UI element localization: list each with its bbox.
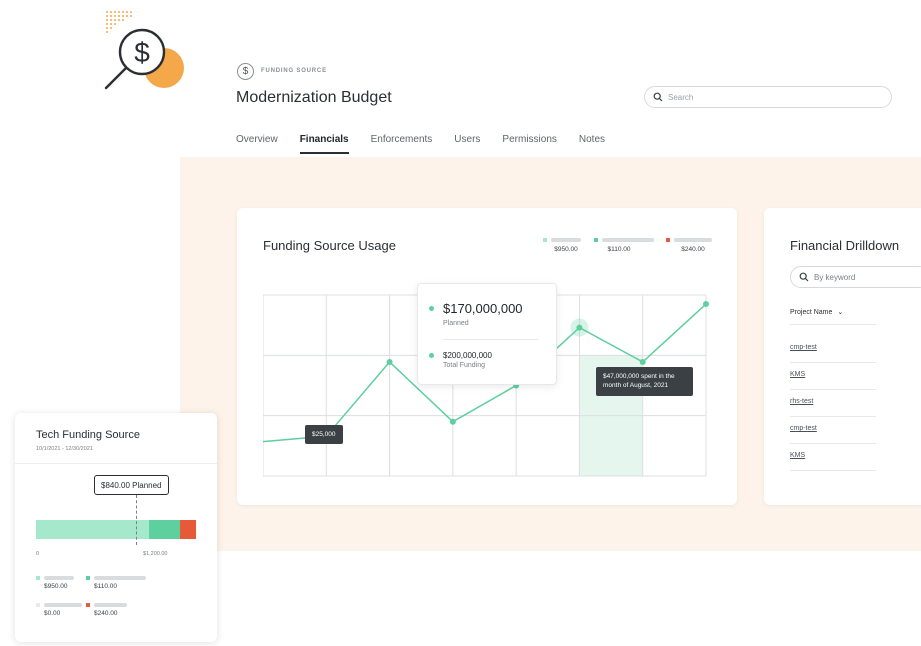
legend-item: $0.00 — [36, 603, 82, 617]
data-point — [639, 358, 646, 365]
total-dot — [429, 353, 434, 358]
legend-value: $240.00 — [681, 246, 705, 253]
financial-drilldown-card: Financial Drilldown Project Name ⌄ cmp-t… — [764, 208, 921, 505]
tab-notes[interactable]: Notes — [579, 134, 605, 154]
low-point-tooltip: $25,000 — [305, 425, 343, 445]
tab-bar: Overview Financials Enforcements Users P… — [236, 134, 605, 154]
drilldown-search-input[interactable] — [814, 272, 921, 282]
legend-item: $950.00 — [543, 238, 581, 253]
planned-callout: $840.00 Planned — [94, 475, 169, 495]
tab-overview[interactable]: Overview — [236, 134, 278, 154]
legend-swatch — [666, 238, 670, 242]
planned-dot — [429, 306, 434, 311]
tech-funding-card: Tech Funding Source 10/1/2021 - 12/30/20… — [15, 413, 217, 642]
drilldown-title: Financial Drilldown — [790, 238, 900, 253]
search-input[interactable] — [668, 92, 868, 102]
tab-financials[interactable]: Financials — [299, 134, 349, 154]
legend-swatch — [86, 603, 90, 607]
svg-text:$: $ — [134, 37, 150, 68]
tooltip-planned-label: Planned — [443, 320, 469, 327]
legend-swatch — [86, 576, 90, 580]
legend-swatch — [36, 603, 40, 607]
legend-item: $110.00 — [86, 576, 146, 590]
planned-marker-line — [136, 495, 137, 545]
data-point — [449, 418, 456, 425]
legend-item: $110.00 — [594, 238, 654, 253]
drilldown-search-box[interactable] — [790, 266, 921, 288]
legend-item: $240.00 — [86, 603, 127, 617]
search-icon — [653, 92, 663, 102]
legend-swatch — [36, 576, 40, 580]
tech-card-divider — [15, 463, 217, 464]
tab-users[interactable]: Users — [454, 134, 480, 154]
legend-item: $950.00 — [36, 576, 74, 590]
bar-axis: 0 $1,200.00 — [36, 551, 196, 557]
data-point — [576, 324, 583, 331]
chevron-down-icon: ⌄ — [837, 309, 844, 316]
project-name-column-header[interactable]: Project Name ⌄ — [790, 308, 876, 325]
tick-max: $1,200.00 — [143, 551, 168, 557]
project-row-link[interactable]: cmp-test — [790, 417, 876, 444]
page-title: Modernization Budget — [236, 89, 392, 106]
project-row-link[interactable]: rhs-test — [790, 390, 876, 417]
bar-segment — [180, 520, 196, 539]
tech-card-dates: 10/1/2021 - 12/30/2021 — [36, 446, 93, 452]
data-point — [703, 301, 709, 308]
legend-item: $240.00 — [666, 238, 712, 253]
legend-value: $110.00 — [607, 246, 631, 253]
tooltip-planned-value: $170,000,000 — [443, 301, 523, 316]
tooltip-total-value: $200,000,000 — [443, 351, 492, 360]
tab-enforcements[interactable]: Enforcements — [371, 134, 433, 154]
tick-min: 0 — [36, 551, 40, 557]
tab-permissions[interactable]: Permissions — [502, 134, 556, 154]
usage-card-title: Funding Source Usage — [263, 238, 396, 253]
project-row-link[interactable]: cmp-test — [790, 336, 876, 363]
dollar-circle-icon: $ — [237, 63, 254, 80]
funding-stacked-bar — [36, 520, 196, 539]
legend-value: $240.00 — [94, 610, 118, 617]
legend-value: $950.00 — [554, 246, 578, 253]
magnifier-dollar-icon: $ — [104, 11, 184, 90]
data-point — [386, 358, 393, 365]
legend-swatch — [543, 238, 547, 242]
project-row-link[interactable]: KMS — [790, 444, 876, 471]
legend-value: $950.00 — [44, 583, 68, 590]
page-subtitle: FUNDING SOURCE — [261, 68, 327, 74]
tooltip-total-label: Total Funding — [443, 362, 486, 369]
bar-segment — [36, 520, 150, 539]
project-row-link[interactable]: KMS — [790, 363, 876, 390]
tooltip-divider — [443, 339, 538, 340]
column-header-label: Project Name — [790, 309, 833, 316]
august-tooltip: $47,000,000 spent in the month of August… — [596, 367, 693, 396]
search-box[interactable] — [644, 86, 892, 108]
search-icon — [799, 272, 809, 282]
bar-segment — [149, 520, 181, 539]
legend-value: $110.00 — [94, 583, 118, 590]
tech-card-title: Tech Funding Source — [36, 429, 140, 441]
legend-value: $0.00 — [44, 610, 61, 617]
legend-swatch — [594, 238, 598, 242]
chart-tooltip: $170,000,000 Planned $200,000,000 Total … — [417, 283, 557, 385]
